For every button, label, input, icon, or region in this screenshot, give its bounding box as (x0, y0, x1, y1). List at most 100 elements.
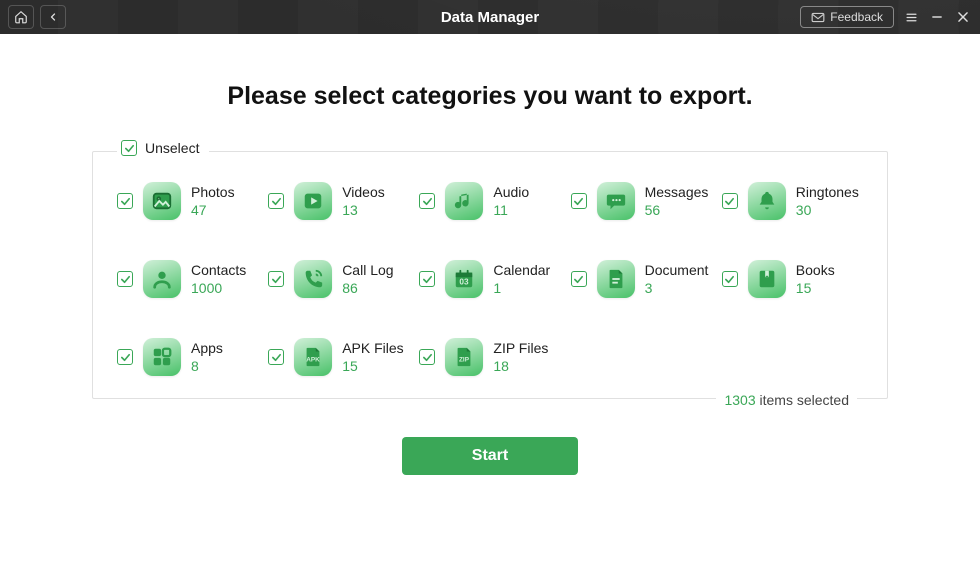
category-label: APK Files (342, 339, 403, 357)
check-icon (422, 274, 433, 285)
start-button[interactable]: Start (402, 437, 578, 475)
category-label: ZIP Files (493, 339, 548, 357)
audio-icon (445, 182, 483, 220)
svg-text:APK: APK (306, 357, 320, 364)
category-checkbox[interactable] (571, 271, 587, 287)
category-document[interactable]: Document 3 (571, 260, 712, 298)
check-icon (422, 196, 433, 207)
category-checkbox[interactable] (571, 193, 587, 209)
check-icon (120, 196, 131, 207)
category-checkbox[interactable] (419, 349, 435, 365)
category-count: 8 (191, 357, 223, 375)
check-icon (422, 352, 433, 363)
feedback-button[interactable]: Feedback (800, 6, 894, 28)
category-label: Contacts (191, 261, 246, 279)
titlebar: Data Manager Feedback (0, 0, 980, 34)
unselect-all-checkbox[interactable] (121, 140, 137, 156)
close-icon (956, 10, 970, 24)
category-calllog[interactable]: Call Log 86 (268, 260, 409, 298)
category-checkbox[interactable] (722, 193, 738, 209)
menu-button[interactable] (902, 8, 920, 26)
main-content: Please select categories you want to exp… (0, 82, 980, 475)
check-icon (573, 196, 584, 207)
category-label: Audio (493, 183, 529, 201)
category-count: 30 (796, 201, 859, 219)
messages-icon (597, 182, 635, 220)
category-photos[interactable]: Photos 47 (117, 182, 258, 220)
category-label: Apps (191, 339, 223, 357)
category-label: Document (645, 261, 709, 279)
document-icon (597, 260, 635, 298)
category-count: 3 (645, 279, 709, 297)
category-checkbox[interactable] (419, 271, 435, 287)
back-button[interactable] (40, 5, 66, 29)
category-count: 11 (493, 201, 529, 219)
calllog-icon (294, 260, 332, 298)
ringtones-icon (748, 182, 786, 220)
category-books[interactable]: Books 15 (722, 260, 863, 298)
selection-count: 1303 (724, 392, 755, 408)
apk-icon: APK (294, 338, 332, 376)
feedback-label: Feedback (830, 10, 883, 24)
close-button[interactable] (954, 8, 972, 26)
category-count: 47 (191, 201, 235, 219)
category-label: Books (796, 261, 835, 279)
category-grid: Photos 47 Videos 13 (117, 182, 863, 376)
check-icon (573, 274, 584, 285)
selection-summary: 1303 items selected (716, 392, 857, 408)
category-count: 86 (342, 279, 393, 297)
category-label: Videos (342, 183, 385, 201)
category-messages[interactable]: Messages 56 (571, 182, 712, 220)
category-checkbox[interactable] (117, 349, 133, 365)
category-label: Ringtones (796, 183, 859, 201)
category-count: 1000 (191, 279, 246, 297)
category-count: 15 (796, 279, 835, 297)
minimize-button[interactable] (928, 8, 946, 26)
category-ringtones[interactable]: Ringtones 30 (722, 182, 863, 220)
category-panel: Unselect Photos 47 (92, 151, 888, 399)
unselect-all[interactable]: Unselect (117, 140, 209, 156)
check-icon (271, 196, 282, 207)
category-label: Photos (191, 183, 235, 201)
category-zip[interactable]: ZIP ZIP Files 18 (419, 338, 560, 376)
home-icon (16, 12, 27, 23)
app-title: Data Manager (441, 9, 539, 26)
category-count: 1 (493, 279, 550, 297)
check-icon (724, 274, 735, 285)
check-icon (271, 352, 282, 363)
category-label: Calendar (493, 261, 550, 279)
category-count: 18 (493, 357, 548, 375)
category-label: Messages (645, 183, 709, 201)
page-heading: Please select categories you want to exp… (46, 82, 934, 111)
mail-icon (811, 12, 825, 23)
category-checkbox[interactable] (722, 271, 738, 287)
selection-suffix: items selected (756, 392, 849, 408)
videos-icon (294, 182, 332, 220)
category-apps[interactable]: Apps 8 (117, 338, 258, 376)
check-icon (120, 352, 131, 363)
category-checkbox[interactable] (117, 271, 133, 287)
contacts-icon (143, 260, 181, 298)
category-apk[interactable]: APK APK Files 15 (268, 338, 409, 376)
calendar-icon: 03 (445, 260, 483, 298)
category-checkbox[interactable] (268, 349, 284, 365)
unselect-label: Unselect (145, 140, 199, 156)
category-checkbox[interactable] (117, 193, 133, 209)
category-calendar[interactable]: 03 Calendar 1 (419, 260, 560, 298)
menu-icon (904, 11, 919, 24)
category-videos[interactable]: Videos 13 (268, 182, 409, 220)
check-icon (124, 143, 135, 154)
home-button[interactable] (8, 5, 34, 29)
books-icon (748, 260, 786, 298)
photos-icon (143, 182, 181, 220)
chevron-left-icon (52, 14, 55, 20)
svg-text:03: 03 (460, 278, 470, 287)
category-contacts[interactable]: Contacts 1000 (117, 260, 258, 298)
category-label: Call Log (342, 261, 393, 279)
category-checkbox[interactable] (268, 193, 284, 209)
check-icon (120, 274, 131, 285)
category-checkbox[interactable] (419, 193, 435, 209)
category-audio[interactable]: Audio 11 (419, 182, 560, 220)
category-checkbox[interactable] (268, 271, 284, 287)
check-icon (271, 274, 282, 285)
